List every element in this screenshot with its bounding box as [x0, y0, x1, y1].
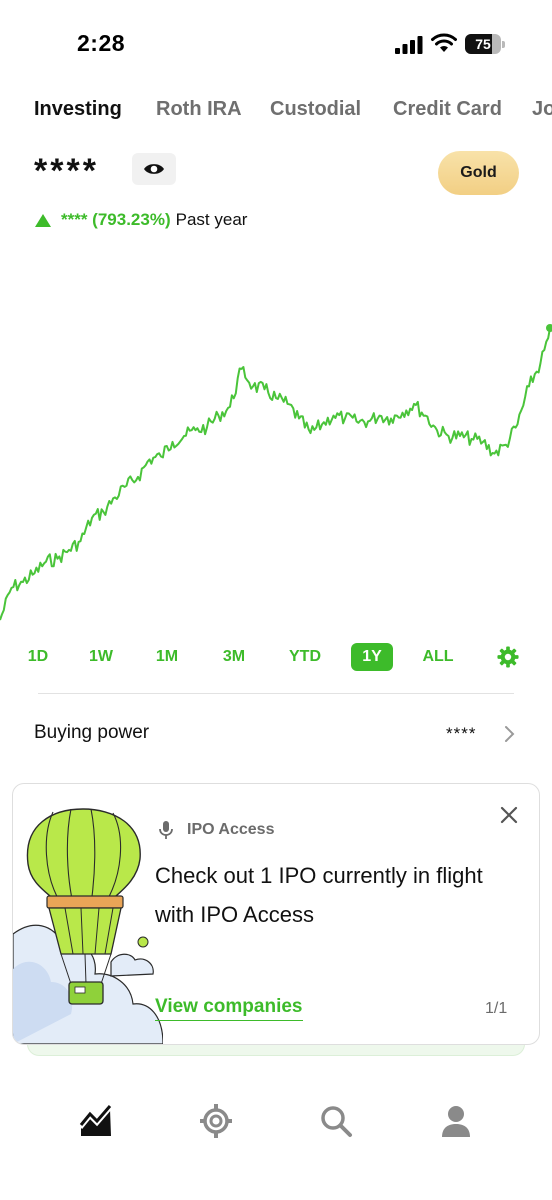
chevron-right-icon	[505, 726, 515, 742]
account-tabs: Investing Roth IRA Custodial Credit Card…	[0, 98, 552, 132]
tab-custodial[interactable]: Custodial	[270, 98, 361, 121]
range-ytd[interactable]: YTD	[284, 643, 326, 671]
status-bar: 2:28 75	[0, 0, 552, 90]
wifi-icon	[431, 33, 457, 52]
range-all[interactable]: ALL	[418, 643, 458, 671]
card-pager: 1/1	[485, 1000, 508, 1017]
investing-chart-icon[interactable]	[78, 1103, 114, 1139]
tab-partial-next[interactable]: Jo	[532, 98, 552, 121]
range-1y[interactable]: 1Y	[351, 643, 393, 671]
battery-percent: 75	[475, 36, 491, 52]
tab-roth-ira[interactable]: Roth IRA	[156, 98, 242, 121]
chart-line	[0, 326, 552, 621]
portfolio-change: **** (793.23%) Past year	[35, 209, 247, 231]
status-time: 2:28	[77, 30, 126, 56]
account-person-icon[interactable]	[438, 1103, 474, 1139]
divider	[38, 693, 514, 694]
toggle-visibility-button[interactable]	[132, 153, 176, 185]
ipo-headline: Check out 1 IPO currently in flight with…	[155, 863, 483, 927]
battery-indicator: 75	[465, 34, 505, 54]
search-icon[interactable]	[318, 1103, 354, 1139]
buying-power-label: Buying power	[34, 722, 150, 743]
range-3m[interactable]: 3M	[216, 643, 252, 671]
portfolio-chart[interactable]	[0, 240, 552, 630]
view-companies-link[interactable]: View companies	[155, 996, 303, 1021]
microphone-icon	[159, 821, 173, 839]
range-selector: 1D 1W 1M 3M YTD 1Y ALL	[0, 643, 552, 673]
crypto-coin-icon[interactable]	[198, 1103, 234, 1139]
bottom-navigation	[0, 1095, 552, 1155]
change-period: Past year	[175, 210, 248, 229]
ipo-eyebrow-label: IPO Access	[187, 821, 275, 838]
buying-power-row[interactable]: Buying power ****	[0, 712, 552, 756]
eye-icon	[144, 164, 164, 174]
chart-endpoint	[546, 324, 552, 332]
gold-button[interactable]: Gold	[438, 151, 519, 195]
gear-icon[interactable]	[497, 646, 519, 668]
tab-credit-card[interactable]: Credit Card	[393, 98, 502, 121]
portfolio-balance: ****	[34, 152, 99, 190]
range-1m[interactable]: 1M	[150, 643, 184, 671]
change-value: **** (793.23%)	[61, 210, 171, 229]
tab-investing[interactable]: Investing	[34, 98, 122, 121]
ipo-eyebrow: IPO Access	[157, 820, 274, 840]
range-1w[interactable]: 1W	[84, 643, 118, 671]
cellular-signal-icon	[395, 36, 423, 54]
close-icon[interactable]	[500, 806, 518, 824]
ipo-access-card[interactable]: IPO Access Check out 1 IPO currently in …	[12, 783, 540, 1045]
range-1d[interactable]: 1D	[22, 643, 54, 671]
hot-air-balloon-illustration	[13, 808, 163, 1044]
up-triangle-icon	[35, 213, 51, 227]
buying-power-value: ****	[446, 724, 477, 743]
